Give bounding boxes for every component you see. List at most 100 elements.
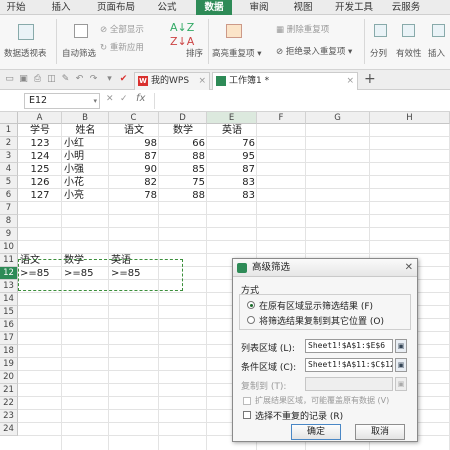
table-cell[interactable]: 83 [207, 189, 257, 202]
tab-data[interactable]: 数据 [196, 0, 232, 15]
open-folder-icon[interactable]: ▭ [4, 74, 15, 85]
unique-records-checkbox[interactable] [243, 411, 251, 419]
reject-duplicates-button[interactable]: ⊘ 拒绝录入重复项 ▾ [276, 45, 352, 57]
column-header-h[interactable]: H [370, 112, 450, 124]
sort-button[interactable]: 排序 [186, 47, 203, 59]
table-cell[interactable]: 小明 [62, 150, 109, 163]
row-header-11[interactable]: 11 [0, 254, 18, 267]
highlight-duplicates-button[interactable]: 高亮重复项 ▾ [212, 47, 261, 59]
select-all-corner[interactable] [0, 112, 18, 124]
row-header-19[interactable]: 19 [0, 358, 18, 371]
tab-home[interactable]: 开始 [0, 0, 32, 15]
table-cell[interactable]: 87 [109, 150, 159, 163]
tab-workbook[interactable]: 工作簿1 * × [212, 72, 358, 90]
table-cell[interactable]: 小强 [62, 163, 109, 176]
radio-filter-in-place[interactable] [247, 301, 255, 309]
split-column-button[interactable]: 分列 [370, 47, 387, 59]
table-cell[interactable]: 90 [109, 163, 159, 176]
row-header-22[interactable]: 22 [0, 397, 18, 410]
table-cell[interactable]: 124 [18, 150, 62, 163]
row-header-1[interactable]: 1 [0, 124, 18, 137]
table-header-cell[interactable]: 数学 [159, 124, 207, 137]
table-cell[interactable]: 75 [159, 176, 207, 189]
close-icon[interactable]: × [346, 73, 354, 89]
radio-copy-to-location[interactable] [247, 316, 255, 324]
sort-asc-icon[interactable]: A↓Z [170, 21, 194, 34]
format-painter-icon[interactable]: ✎ [60, 74, 71, 85]
table-cell[interactable]: 87 [207, 163, 257, 176]
column-header-c[interactable]: C [109, 112, 159, 124]
table-cell[interactable]: 125 [18, 163, 62, 176]
autofilter-button[interactable]: 自动筛选 [62, 47, 96, 59]
tab-view[interactable]: 视图 [288, 0, 318, 15]
row-header-14[interactable]: 14 [0, 293, 18, 306]
table-cell[interactable]: 85 [159, 163, 207, 176]
table-cell[interactable]: 95 [207, 150, 257, 163]
table-cell[interactable]: 98 [109, 137, 159, 150]
row-header-15[interactable]: 15 [0, 306, 18, 319]
column-header-a[interactable]: A [18, 112, 62, 124]
validity-button[interactable]: 有效性 [396, 47, 422, 59]
new-tab-button[interactable]: + [364, 71, 376, 87]
row-header-17[interactable]: 17 [0, 332, 18, 345]
row-header-12[interactable]: 12 [0, 267, 18, 280]
column-header-g[interactable]: G [306, 112, 370, 124]
table-cell[interactable]: 小花 [62, 176, 109, 189]
dialog-titlebar[interactable]: 高级筛选 ✕ [233, 259, 417, 277]
row-header-20[interactable]: 20 [0, 371, 18, 384]
row-header-6[interactable]: 6 [0, 189, 18, 202]
row-header-16[interactable]: 16 [0, 319, 18, 332]
insert-button[interactable]: 插入 [428, 47, 445, 59]
row-header-5[interactable]: 5 [0, 176, 18, 189]
fx-icon[interactable]: fx [136, 93, 145, 104]
table-cell[interactable]: 88 [159, 150, 207, 163]
table-header-cell[interactable]: 语文 [109, 124, 159, 137]
table-cell[interactable]: 83 [207, 176, 257, 189]
tab-cloud[interactable]: 云服务 [386, 0, 426, 15]
column-header-f[interactable]: F [257, 112, 306, 124]
preview-icon[interactable]: ◫ [46, 74, 57, 85]
table-cell[interactable]: 82 [109, 176, 159, 189]
row-header-9[interactable]: 9 [0, 228, 18, 241]
reapply-button[interactable]: ↻ 重新应用 [100, 41, 144, 53]
range-picker-icon[interactable]: ▣ [395, 339, 407, 353]
close-icon[interactable]: ✕ [405, 259, 413, 277]
range-picker-icon[interactable]: ▣ [395, 358, 407, 372]
tab-developer[interactable]: 开发工具 [330, 0, 378, 15]
table-cell[interactable]: 76 [207, 137, 257, 150]
show-all-button[interactable]: ⊘ 全部显示 [100, 23, 144, 35]
table-cell[interactable]: 126 [18, 176, 62, 189]
redo-icon[interactable]: ↷ [88, 74, 99, 85]
tab-page-layout[interactable]: 页面布局 [92, 0, 140, 15]
table-header-cell[interactable]: 英语 [207, 124, 257, 137]
table-cell[interactable]: 78 [109, 189, 159, 202]
criteria-range-input[interactable]: Sheet1!$A$11:$C$12 [305, 358, 393, 372]
table-cell[interactable]: 小亮 [62, 189, 109, 202]
table-cell[interactable]: 123 [18, 137, 62, 150]
cancel-icon[interactable]: ✕ [106, 94, 114, 104]
row-header-7[interactable]: 7 [0, 202, 18, 215]
pivot-table-button[interactable]: 数据透视表 [4, 47, 47, 59]
undo-icon[interactable]: ↶ [74, 74, 85, 85]
row-header-18[interactable]: 18 [0, 345, 18, 358]
column-header-e[interactable]: E [207, 112, 257, 124]
ok-button[interactable]: 确定 [291, 424, 341, 440]
confirm-icon[interactable]: ✓ [120, 94, 128, 104]
name-box[interactable]: E12 ▾ [24, 93, 100, 109]
table-cell[interactable]: 小红 [62, 137, 109, 150]
column-header-d[interactable]: D [159, 112, 207, 124]
table-cell[interactable]: 66 [159, 137, 207, 150]
tab-review[interactable]: 审阅 [244, 0, 274, 15]
table-header-cell[interactable]: 姓名 [62, 124, 109, 137]
row-header-21[interactable]: 21 [0, 384, 18, 397]
save-icon[interactable]: ▣ [18, 74, 29, 85]
row-header-24[interactable]: 24 [0, 423, 18, 436]
tab-insert[interactable]: 插入 [46, 0, 76, 15]
formula-input[interactable] [154, 93, 446, 109]
list-range-input[interactable]: Sheet1!$A$1:$E$6 [305, 339, 393, 353]
cancel-button[interactable]: 取消 [355, 424, 405, 440]
table-cell[interactable]: 88 [159, 189, 207, 202]
tab-my-wps[interactable]: W 我的WPS × [134, 72, 210, 90]
row-header-23[interactable]: 23 [0, 410, 18, 423]
row-header-13[interactable]: 13 [0, 280, 18, 293]
